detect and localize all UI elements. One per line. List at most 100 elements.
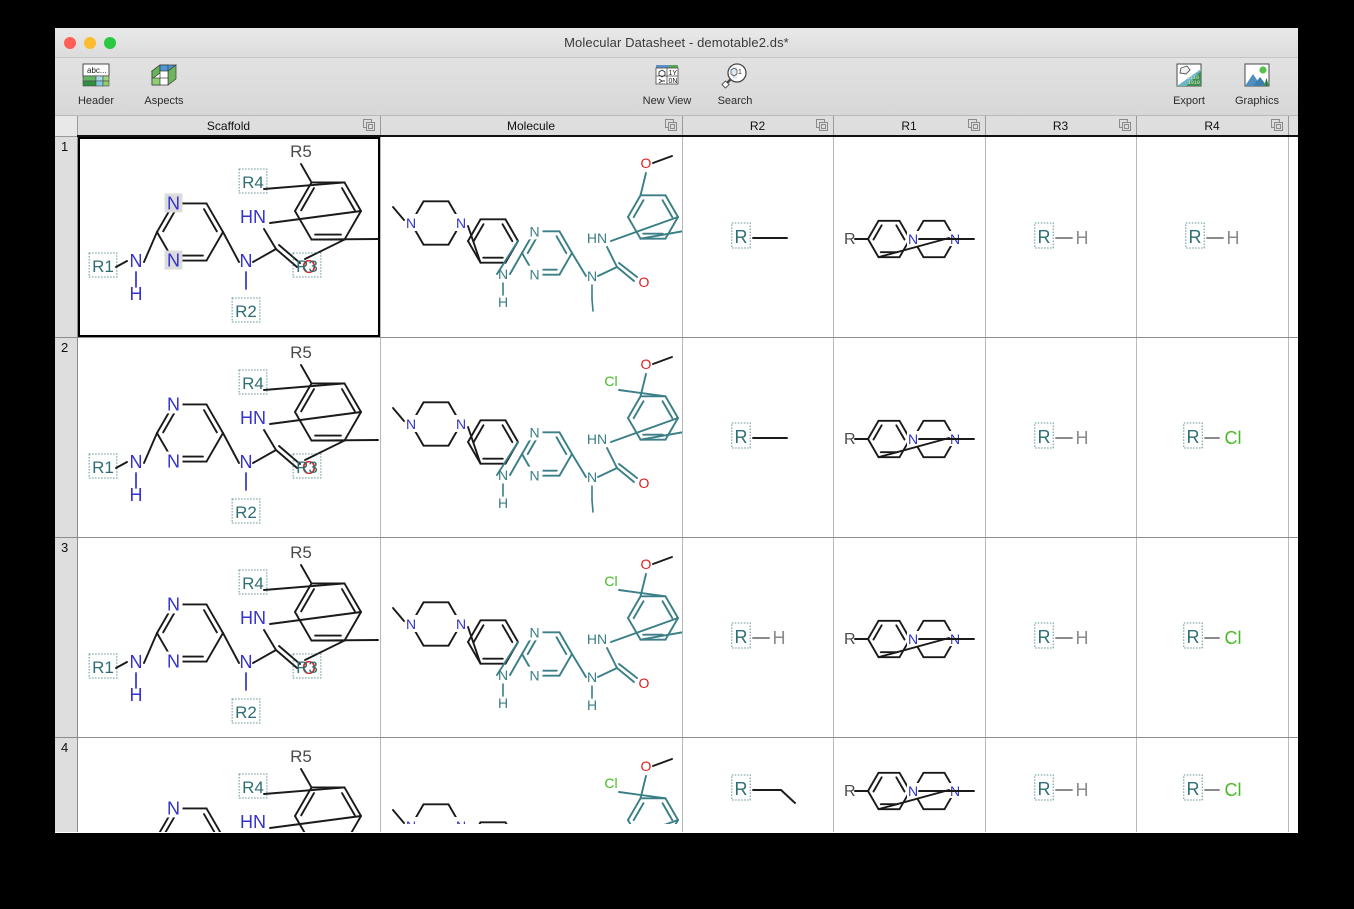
minimize-window-button[interactable]: [84, 36, 96, 49]
r3-cell[interactable]: RH: [985, 537, 1137, 738]
toolbar-button-new-view[interactable]: 1Y 0N New View: [640, 61, 694, 107]
r3-cell[interactable]: RH: [985, 337, 1137, 538]
r1-cell[interactable]: RNN: [833, 737, 986, 832]
row-number-cell[interactable]: 4: [55, 737, 78, 832]
svg-text:N: N: [908, 431, 918, 447]
svg-text:N: N: [908, 783, 918, 799]
cascade-icon[interactable]: [362, 119, 376, 135]
svg-text:H: H: [129, 284, 142, 304]
molecule-cell[interactable]: NNNHNNNOHNOOCl: [380, 337, 683, 538]
scaffold-cell[interactable]: NNNHR1NR2OHNOR5R4R3: [77, 136, 381, 338]
table-row[interactable]: 3NNNHR1NR2OHNOR5R4R3NNNHNNNHOHNOOClRHRNN…: [55, 537, 1298, 738]
svg-text:HN: HN: [586, 631, 606, 647]
molecule-depiction: RH: [1033, 422, 1088, 449]
export-icon: 1010 0110: [1172, 61, 1206, 93]
table-row[interactable]: 2NNNHR1NR2OHNOR5R4R3NNNHNNNOHNOOClRRNNRH…: [55, 337, 1298, 538]
column-header-r3[interactable]: R3: [985, 116, 1137, 137]
tag-cell[interactable]: 1a: [1288, 136, 1298, 338]
toolbar-button-export[interactable]: 1010 0110 Export: [1162, 61, 1216, 107]
svg-text:0N: 0N: [669, 78, 678, 85]
svg-text:Cl: Cl: [1225, 428, 1242, 448]
svg-text:R1: R1: [92, 257, 114, 276]
molecule-depiction: NNNHR1NR2OHNOR5R4R3: [88, 142, 379, 323]
svg-text:O: O: [638, 475, 649, 491]
column-header-tag[interactable]: [1288, 116, 1298, 137]
molecule-cell[interactable]: NNNHNNNOHNOO: [380, 136, 683, 338]
column-header-r2[interactable]: R2: [682, 116, 834, 137]
svg-text:N: N: [239, 251, 252, 271]
r4-cell[interactable]: R Cl: [1136, 537, 1289, 738]
column-header-scaffold[interactable]: Scaffold: [77, 116, 381, 137]
scaffold-cell[interactable]: NNNHR1NR2OHNOR5R4R3: [77, 537, 381, 738]
scaffold-cell[interactable]: NNNHR1NR2OHNOR5R4R3: [77, 737, 381, 832]
datasheet-grid-container[interactable]: Scaffold Molecule R2 R1 R3 R4 1 N N N H …: [55, 116, 1298, 832]
zoom-window-button[interactable]: [104, 36, 116, 49]
toolbar-group-left: abc... Header Aspects: [69, 61, 191, 107]
cascade-icon[interactable]: [1270, 119, 1284, 135]
cascade-icon[interactable]: [1118, 119, 1132, 135]
svg-text:N: N: [167, 394, 180, 414]
tag-cell[interactable]: 1c: [1288, 537, 1298, 738]
column-header-molecule[interactable]: Molecule: [380, 116, 683, 137]
svg-text:N: N: [167, 798, 180, 818]
r4-cell[interactable]: R Cl: [1136, 737, 1289, 832]
svg-text:H: H: [1075, 628, 1088, 648]
svg-text:N: N: [497, 667, 507, 683]
r4-cell[interactable]: RH: [1136, 136, 1289, 338]
column-header-r4[interactable]: R4: [1136, 116, 1289, 137]
svg-text:HN: HN: [240, 207, 266, 227]
svg-text:N: N: [529, 624, 539, 640]
molecule-cell[interactable]: NNNHNNNHOHNOOCl: [380, 537, 683, 738]
toolbar-label-export: Export: [1173, 95, 1205, 107]
svg-text:H: H: [1075, 780, 1088, 800]
toolbar-button-header[interactable]: abc... Header: [69, 61, 123, 107]
svg-text:R5: R5: [290, 142, 312, 161]
r2-cell[interactable]: R: [682, 136, 834, 338]
close-window-button[interactable]: [64, 36, 76, 49]
molecule-depiction: R NN: [844, 619, 975, 659]
r3-cell[interactable]: RH: [985, 737, 1137, 832]
r1-cell[interactable]: RNN: [833, 136, 986, 338]
row-number-header: [55, 116, 78, 137]
scaffold-cell[interactable]: NNNHR1NR2OHNOR5R4R3: [77, 337, 381, 538]
toolbar-button-graphics[interactable]: Graphics: [1230, 61, 1284, 107]
r1-cell[interactable]: RNN: [833, 537, 986, 738]
cascade-icon[interactable]: [815, 119, 829, 135]
row-number-cell[interactable]: 1: [55, 136, 78, 338]
r4-cell[interactable]: R Cl: [1136, 337, 1289, 538]
toolbar-group-center: 1Y 0N New View 1 Search: [640, 61, 762, 107]
svg-text:O: O: [640, 356, 651, 372]
svg-text:Cl: Cl: [1225, 780, 1242, 800]
row-number-cell[interactable]: 2: [55, 337, 78, 538]
svg-text:HN: HN: [240, 408, 266, 428]
toolbar-button-search[interactable]: 1 Search: [708, 61, 762, 107]
svg-text:R3: R3: [296, 257, 318, 276]
r2-cell[interactable]: R: [682, 337, 834, 538]
svg-text:N: N: [497, 467, 507, 483]
tag-cell[interactable]: 1b: [1288, 337, 1298, 538]
cascade-icon[interactable]: [664, 119, 678, 135]
svg-text:R5: R5: [290, 543, 312, 562]
svg-text:HN: HN: [240, 608, 266, 628]
cascade-icon[interactable]: [967, 119, 981, 135]
table-row[interactable]: 4NNNHR1NR2OHNOR5R4R3NNNHNNNOHNOOClRRNNRH…: [55, 737, 1298, 832]
column-header-r1[interactable]: R1: [833, 116, 986, 137]
svg-text:R: R: [1037, 227, 1050, 247]
r2-cell[interactable]: RH: [682, 537, 834, 738]
r3-cell[interactable]: RH: [985, 136, 1137, 338]
molecule-cell[interactable]: NNNHNNNOHNOOCl: [380, 737, 683, 832]
r1-cell[interactable]: RNN: [833, 337, 986, 538]
table-row[interactable]: 1NNNHR1NR2OHNOR5R4R3NNNHNNNOHNOORRNNRHRH…: [55, 136, 1298, 338]
tag-cell[interactable]: [1288, 737, 1298, 832]
window-control-buttons[interactable]: [64, 36, 116, 49]
r2-cell[interactable]: R: [682, 737, 834, 832]
svg-text:N: N: [586, 669, 596, 685]
toolbar-button-aspects[interactable]: Aspects: [137, 61, 191, 107]
svg-text:R4: R4: [242, 374, 264, 393]
datasheet-table: Scaffold Molecule R2 R1 R3 R4 1 N N N H …: [55, 116, 1298, 832]
svg-text:N: N: [586, 268, 596, 284]
row-number-cell[interactable]: 3: [55, 537, 78, 738]
window-title: Molecular Datasheet - demotable2.ds*: [564, 35, 789, 50]
svg-text:1Y: 1Y: [669, 70, 678, 77]
svg-text:N: N: [529, 468, 539, 484]
